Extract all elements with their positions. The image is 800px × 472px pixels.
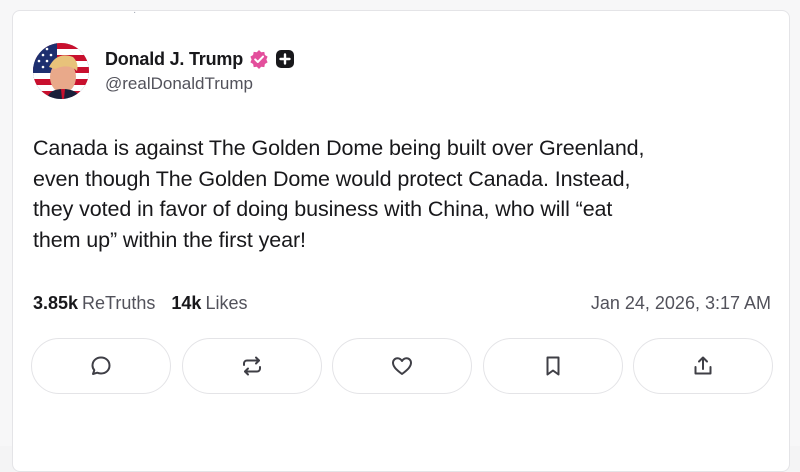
plus-badge-icon	[275, 49, 295, 69]
retruth-button[interactable]	[181, 338, 322, 394]
reply-button[interactable]	[31, 338, 171, 394]
avatar[interactable]	[33, 43, 89, 99]
retruths-stat[interactable]: 3.85k ReTruths	[33, 293, 155, 314]
author-display-name[interactable]: Donald J. Trump	[105, 49, 243, 70]
like-button[interactable]	[332, 338, 472, 394]
verified-badge-icon	[249, 49, 269, 69]
bookmark-icon	[541, 354, 565, 378]
likes-count: 14k	[171, 292, 202, 313]
bookmark-button[interactable]	[482, 338, 623, 394]
author-handle[interactable]: @realDonaldTrump	[105, 74, 295, 94]
post-card: · Donald J. Trump @realDonaldTrump Canad…	[12, 7, 790, 472]
retruths-label: ReTruths	[82, 292, 156, 313]
post-header: Donald J. Trump @realDonaldTrump	[33, 41, 295, 101]
post-timestamp[interactable]: Jan 24, 2026, 3:17 AM	[591, 293, 771, 314]
author-info: Donald J. Trump @realDonaldTrump	[105, 49, 295, 94]
name-row: Donald J. Trump	[105, 49, 295, 70]
likes-stat[interactable]: 14k Likes	[171, 293, 247, 314]
comment-icon	[89, 354, 113, 378]
share-button[interactable]	[633, 338, 773, 394]
share-icon	[691, 354, 715, 378]
repost-icon	[240, 354, 264, 378]
page-background: · Donald J. Trump @realDonaldTrump Canad…	[0, 0, 800, 472]
action-bar	[31, 338, 773, 394]
retruths-count: 3.85k	[33, 292, 79, 313]
post-stats: 3.85k ReTruths 14k Likes Jan 24, 2026, 3…	[33, 290, 771, 316]
heart-icon	[390, 354, 414, 378]
top-fragment: ·	[133, 7, 137, 18]
likes-label: Likes	[205, 292, 248, 313]
post-body-text: Canada is against The Golden Dome being …	[33, 136, 645, 252]
